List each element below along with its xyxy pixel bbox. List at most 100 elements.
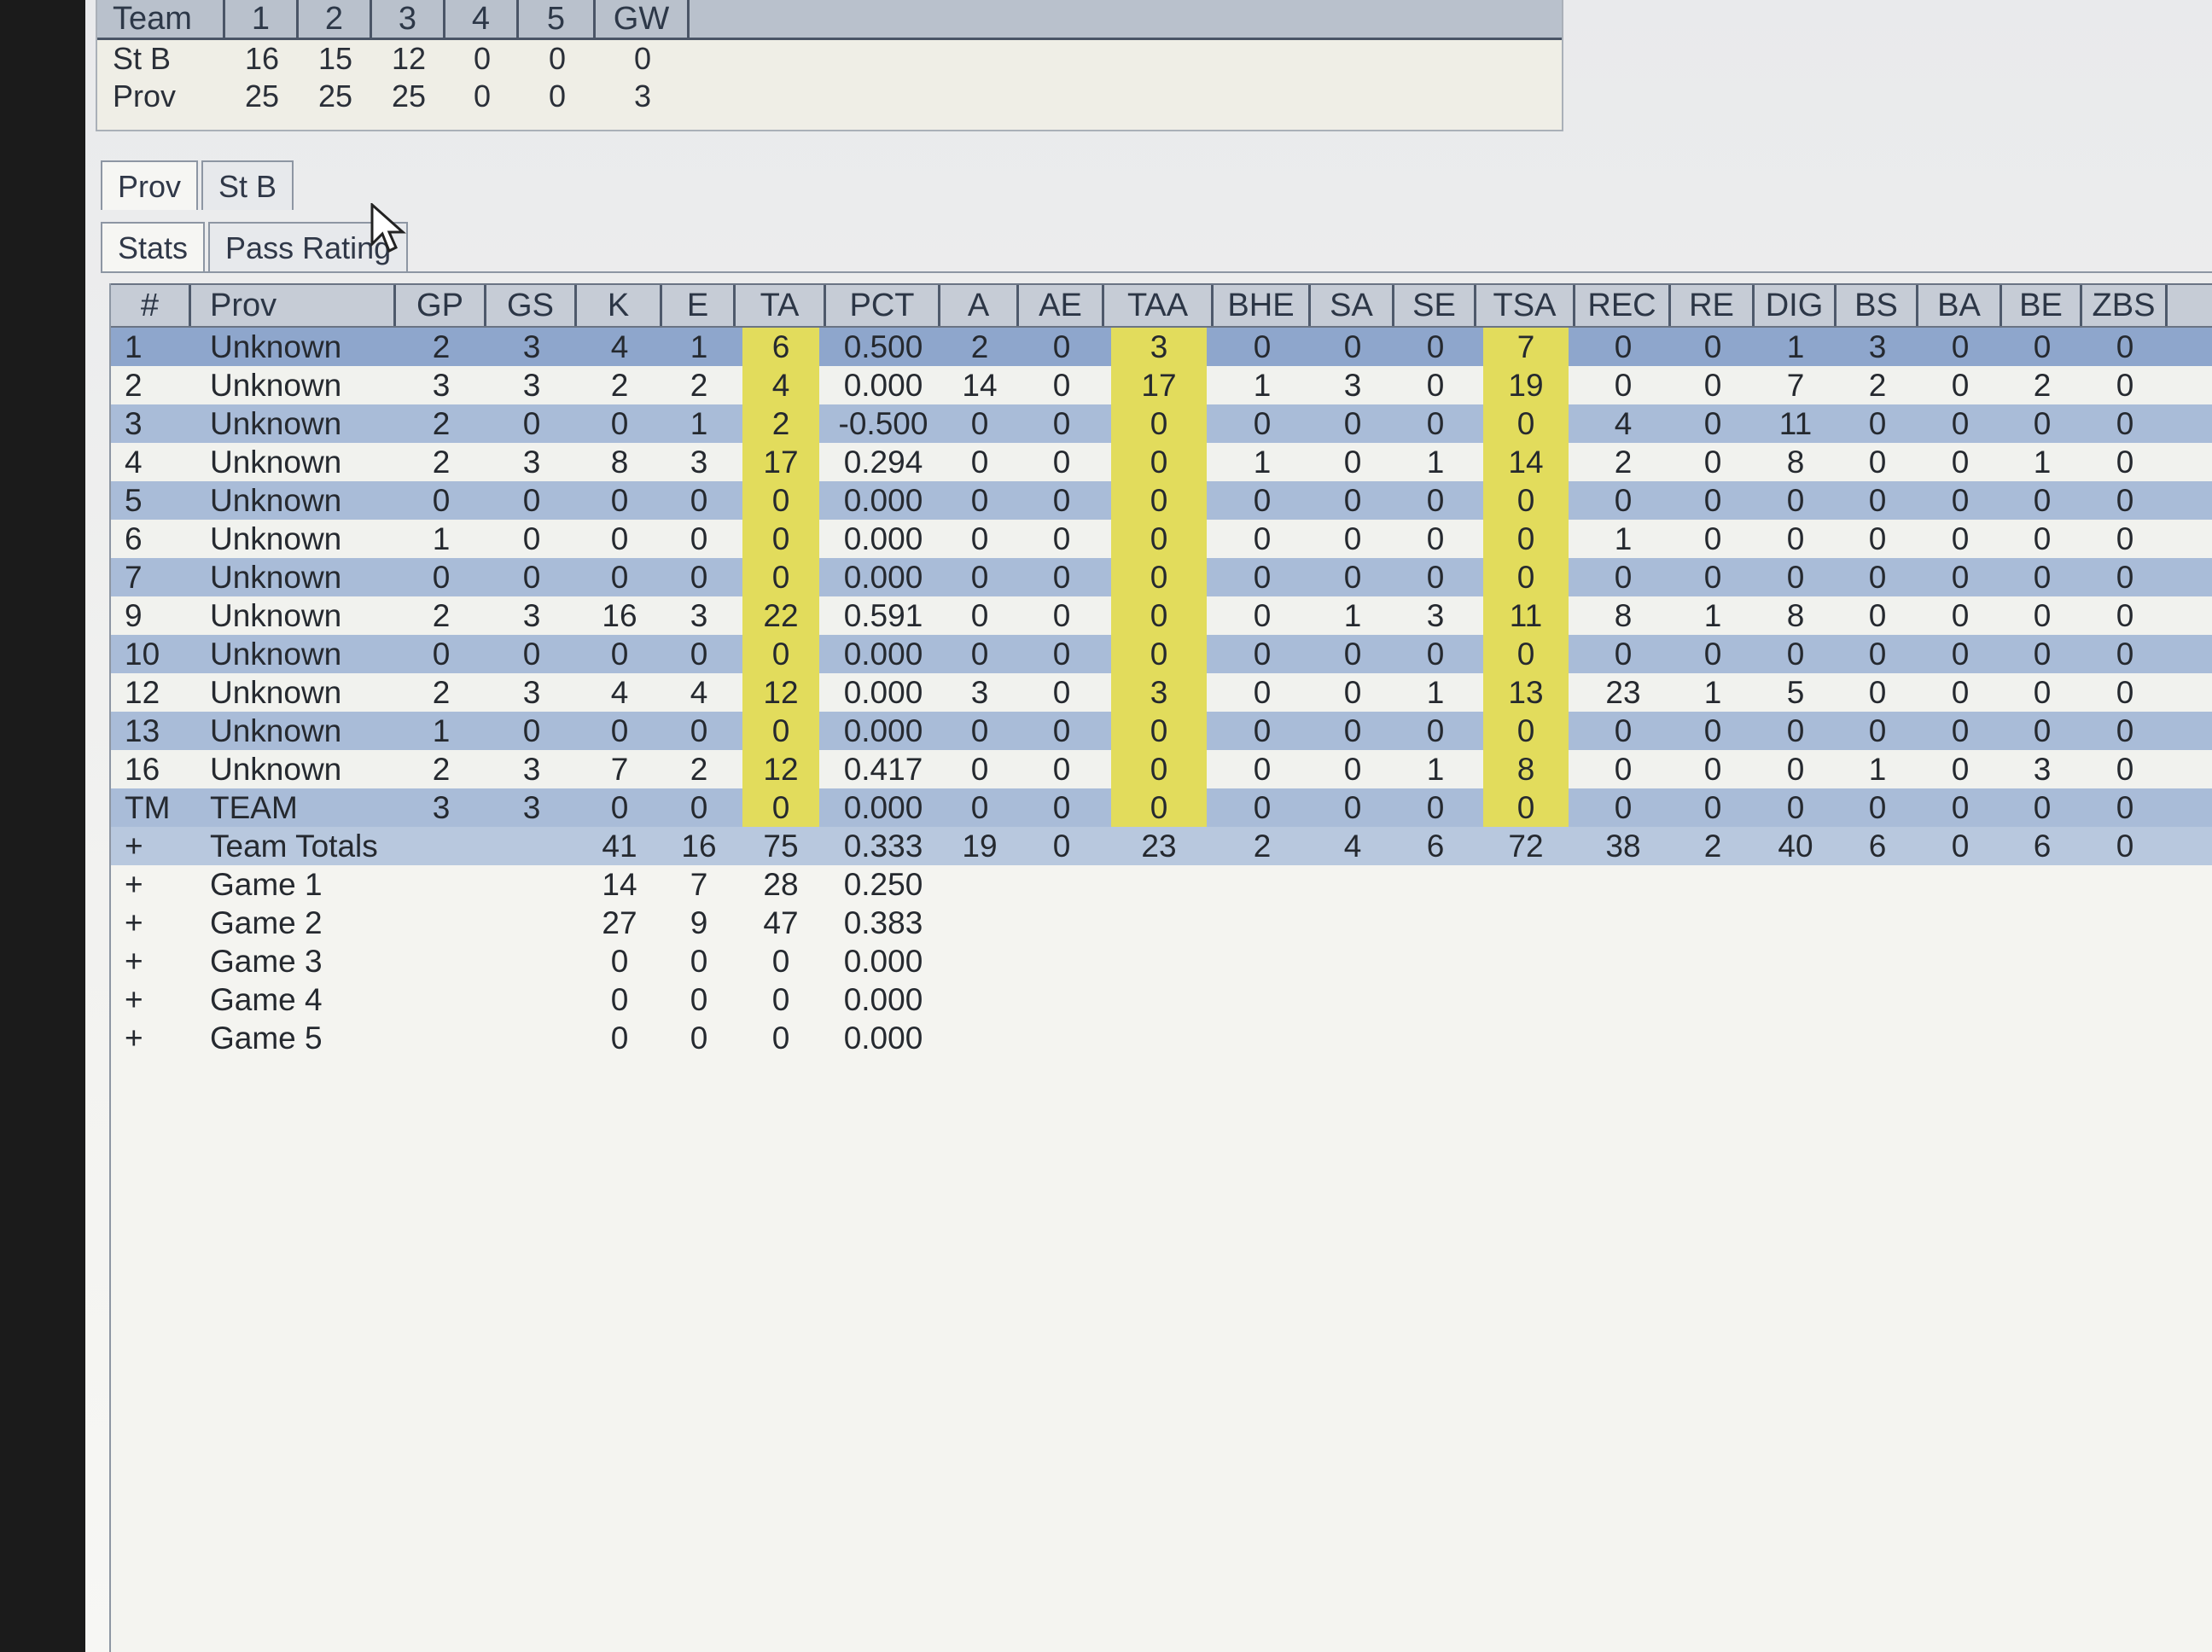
- stat-cell: 7: [610, 752, 629, 787]
- stat-cell: 0: [522, 637, 541, 672]
- total-label: Game 2: [210, 905, 323, 940]
- player-number: 13: [125, 713, 160, 748]
- stat-cell: 0: [690, 944, 708, 979]
- column-header-ae[interactable]: AE: [1019, 285, 1104, 326]
- game-total-row[interactable]: + Game 1 14 7 28 0.250: [111, 865, 2212, 904]
- stat-cell: 3: [970, 675, 989, 710]
- column-header-dig[interactable]: DIG: [1755, 285, 1837, 326]
- player-name: Unknown: [210, 483, 342, 518]
- player-row[interactable]: 2 Unknown 3 3 2 2 4 0.000 14 0 17 1 3 0 19 0 0 7 2 0 2 0: [111, 366, 2212, 404]
- stat-cell: 1: [432, 521, 451, 556]
- player-row[interactable]: 10 Unknown 0 0 0 0 0 0.000 0 0 0 0 0 0 0 0 0 0 0 0 0 0: [111, 635, 2212, 673]
- game-total-row[interactable]: + Game 4 0 0 0 0.000: [111, 980, 2212, 1019]
- column-header-ba[interactable]: BA: [1918, 285, 2002, 326]
- stat-cell: 0: [1951, 406, 1970, 441]
- stat-cell: 0: [1614, 752, 1633, 787]
- column-header-gs[interactable]: GS: [486, 285, 577, 326]
- stat-cell: 0: [1614, 790, 1633, 825]
- total-label: Game 5: [210, 1021, 323, 1056]
- stat-cell: 12: [742, 673, 819, 712]
- player-row[interactable]: 12 Unknown 2 3 4 4 12 0.000 3 0 3 0 0 1 13 23 1 5 0 0 0 0: [111, 673, 2212, 712]
- score-cell: 12: [391, 41, 427, 76]
- stat-cell: 0: [1868, 713, 1887, 748]
- column-header-number[interactable]: #: [111, 285, 191, 326]
- stat-cell: 0: [1614, 560, 1633, 595]
- expand-icon[interactable]: +: [111, 980, 191, 1019]
- column-header-prov[interactable]: Prov: [191, 285, 396, 326]
- stat-cell: 0: [2116, 637, 2134, 672]
- stat-cell: 0: [1426, 406, 1445, 441]
- player-row[interactable]: 13 Unknown 1 0 0 0 0 0.000 0 0 0 0 0 0 0 0 0 0 0 0 0 0: [111, 712, 2212, 750]
- stat-cell: 0: [1111, 481, 1207, 520]
- player-row[interactable]: 5 Unknown 0 0 0 0 0 0.000 0 0 0 0 0 0 0 0 0 0 0 0 0 0: [111, 481, 2212, 520]
- player-row[interactable]: 16 Unknown 2 3 7 2 12 0.417 0 0 0 0 0 1 8 0 0 0 1 0 3 0: [111, 750, 2212, 788]
- stat-cell: 75: [763, 829, 799, 864]
- column-header-be[interactable]: BE: [2002, 285, 2082, 326]
- player-row[interactable]: 4 Unknown 2 3 8 3 17 0.294 0 0 0 1 0 1 14 2 0 8 0 0 1 0: [111, 443, 2212, 481]
- expand-icon[interactable]: +: [111, 904, 191, 942]
- score-table: Team 1 2 3 4 5 GW St B 16 15 12 0 0 0 Prov 25 25 25 0 0 3: [96, 0, 1563, 131]
- player-row[interactable]: 3 Unknown 2 0 0 1 2 -0.500 0 0 0 0 0 0 0 4 0 11 0 0 0 0: [111, 404, 2212, 443]
- team-totals-row[interactable]: + Team Totals 41 16 75 0.333 19 0 23 2 4 6 72 38 2 40 6 0…: [111, 827, 2212, 865]
- stat-cell: 0: [522, 713, 541, 748]
- column-header-bs[interactable]: BS: [1837, 285, 1918, 326]
- score-cell: 25: [317, 79, 353, 113]
- column-header-a[interactable]: A: [940, 285, 1019, 326]
- game-total-row[interactable]: + Game 3 0 0 0 0.000: [111, 942, 2212, 980]
- stat-cell: 0: [1868, 560, 1887, 595]
- tab-stats[interactable]: Stats: [101, 222, 206, 271]
- stat-cell: 2: [432, 406, 451, 441]
- expand-icon[interactable]: +: [111, 942, 191, 980]
- expand-icon[interactable]: +: [111, 827, 191, 865]
- player-row[interactable]: 9 Unknown 2 3 16 3 22 0.591 0 0 0 0 1 3 11 8 1 8 0 0 0 0: [111, 596, 2212, 635]
- stat-cell: 2: [970, 329, 989, 364]
- column-header-bhe[interactable]: BHE: [1214, 285, 1311, 326]
- column-header-k[interactable]: K: [577, 285, 662, 326]
- stat-cell: 0: [1483, 788, 1569, 827]
- player-name: Unknown: [210, 560, 342, 595]
- stat-cell: 0: [1951, 713, 1970, 748]
- stat-cell: 1: [1426, 752, 1445, 787]
- player-name: Unknown: [210, 675, 342, 710]
- player-row[interactable]: 1 Unknown 2 3 4 1 6 0.500 2 0 3 0 0 0 7 0 0 1 3 0 0 0: [111, 328, 2212, 366]
- column-header-re[interactable]: RE: [1671, 285, 1755, 326]
- column-header-tsa[interactable]: TSA: [1476, 285, 1575, 326]
- column-header-pct[interactable]: PCT: [826, 285, 940, 326]
- game-total-row[interactable]: + Game 5 0 0 0 0.000: [111, 1019, 2212, 1057]
- stats-grid[interactable]: # Prov GP GS K E TA PCT A AE TAA BHE SA SE TSA REC RE DIG…: [109, 283, 2212, 1652]
- player-row[interactable]: 6 Unknown 1 0 0 0 0 0.000 0 0 0 0 0 0 0 1 0 0 0 0 0 0: [111, 520, 2212, 558]
- stat-cell: 1: [1868, 752, 1887, 787]
- stat-cell: 0.000: [843, 982, 923, 1017]
- stat-cell: 8: [610, 445, 629, 480]
- tab-st-b[interactable]: St B: [201, 160, 294, 210]
- stat-cell: 0: [610, 406, 629, 441]
- column-header-gp[interactable]: GP: [396, 285, 486, 326]
- player-row[interactable]: TM TEAM 3 3 0 0 0 0.000 0 0 0 0 0 0 0 0 0 0 0 0 0 0: [111, 788, 2212, 827]
- stat-cell: 0: [1614, 637, 1633, 672]
- stat-cell: 0: [1052, 368, 1071, 403]
- column-header-rec[interactable]: REC: [1575, 285, 1671, 326]
- stat-cell: 0: [2116, 368, 2134, 403]
- stat-cell: 0: [1343, 560, 1362, 595]
- tab-prov[interactable]: Prov: [101, 160, 199, 210]
- column-header-e[interactable]: E: [662, 285, 736, 326]
- column-header-taa[interactable]: TAA: [1104, 285, 1214, 326]
- stat-cell: 0: [2033, 790, 2052, 825]
- stat-cell: 22: [742, 596, 819, 635]
- game-total-row[interactable]: + Game 2 27 9 47 0.383: [111, 904, 2212, 942]
- stat-cell: 0: [1052, 445, 1071, 480]
- stat-cell: 0: [2033, 560, 2052, 595]
- column-header-ta[interactable]: TA: [736, 285, 826, 326]
- score-header-cell: 4: [445, 0, 519, 38]
- stat-cell: 0: [1343, 445, 1362, 480]
- expand-icon[interactable]: +: [111, 865, 191, 904]
- score-header-cell: 1: [225, 0, 299, 38]
- column-header-se[interactable]: SE: [1394, 285, 1476, 326]
- player-row[interactable]: 7 Unknown 0 0 0 0 0 0.000 0 0 0 0 0 0 0 0 0 0 0 0 0 0: [111, 558, 2212, 596]
- expand-icon[interactable]: +: [111, 1019, 191, 1057]
- column-header-sa[interactable]: SA: [1311, 285, 1394, 326]
- stat-cell: 0: [1426, 790, 1445, 825]
- column-header-zbs[interactable]: ZBS: [2082, 285, 2168, 326]
- stat-cell: 1: [1426, 675, 1445, 710]
- stat-cell: 0: [2116, 790, 2134, 825]
